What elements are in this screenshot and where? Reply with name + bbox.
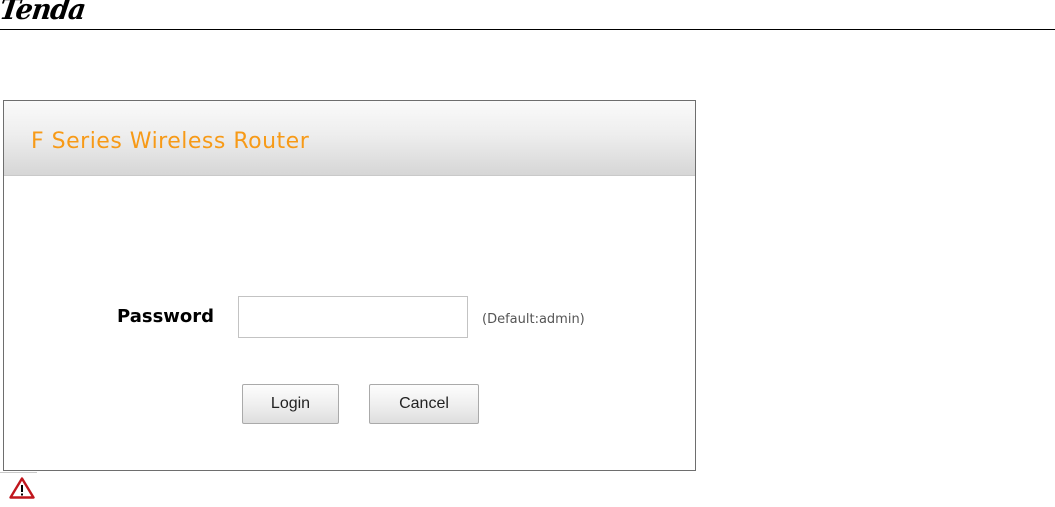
- cancel-button[interactable]: Cancel: [369, 384, 479, 424]
- page: Tenda F Series Wireless Router Password …: [0, 0, 1055, 507]
- window-header: F Series Wireless Router: [4, 101, 695, 176]
- warning-triangle-icon: [9, 477, 35, 499]
- tenda-logo: Tenda: [0, 0, 88, 27]
- window-title: F Series Wireless Router: [31, 129, 310, 154]
- password-label: Password: [117, 306, 215, 327]
- default-password-hint: (Default:admin): [482, 312, 585, 327]
- login-window: F Series Wireless Router Password (Defau…: [3, 100, 696, 471]
- header-divider: [0, 29, 1055, 30]
- login-button[interactable]: Login: [242, 384, 339, 424]
- password-input[interactable]: [238, 296, 468, 338]
- warning-divider: [0, 472, 37, 473]
